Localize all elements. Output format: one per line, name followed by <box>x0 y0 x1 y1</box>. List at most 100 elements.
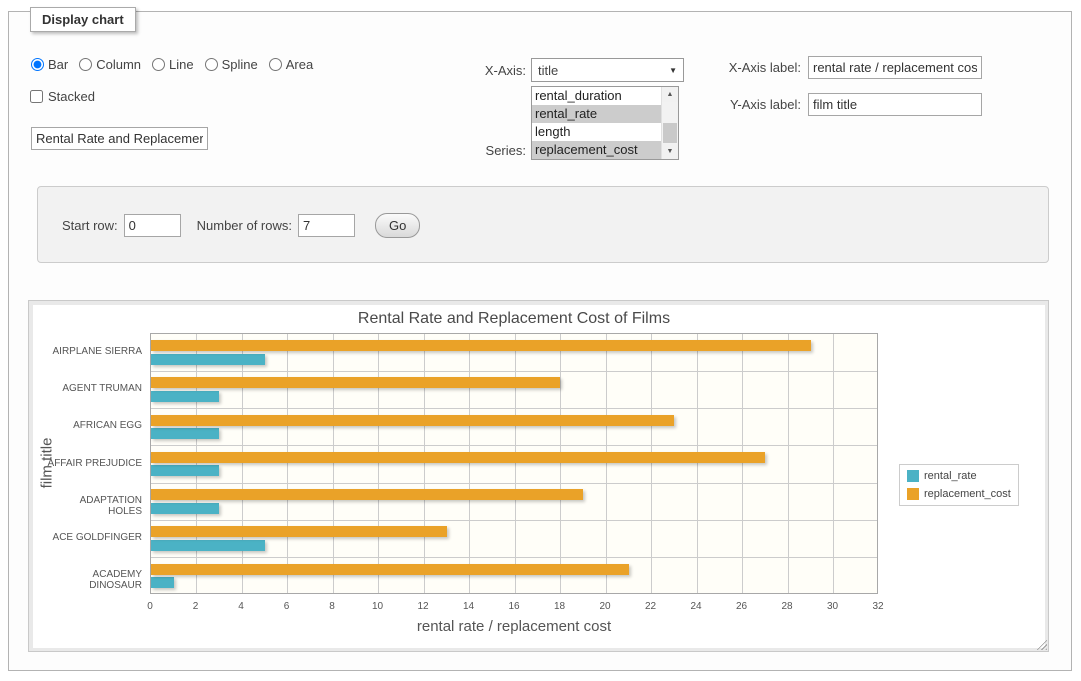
stacked-option[interactable]: Stacked <box>30 89 95 104</box>
gridline-vertical <box>788 334 789 593</box>
num-rows-input[interactable] <box>298 214 355 237</box>
y-category-label: ACADEMY DINOSAUR <box>46 569 142 591</box>
chart-type-radio-label: Column <box>96 57 141 72</box>
gridline-vertical <box>242 334 243 593</box>
chart-type-radio-label: Area <box>286 57 313 72</box>
scrollbar-thumb[interactable] <box>663 123 677 143</box>
gridline-horizontal <box>151 520 877 521</box>
bar-rental_rate <box>151 577 174 588</box>
chart-type-radio-spline[interactable] <box>205 58 218 71</box>
y-category-label: AGENT TRUMAN <box>46 383 142 394</box>
bar-replacement_cost <box>151 526 447 537</box>
y-axis-label-field-label: Y-Axis label: <box>699 97 801 112</box>
chart-type-radio-area[interactable] <box>269 58 282 71</box>
x-tick-label: 16 <box>499 601 529 612</box>
bar-rental_rate <box>151 465 219 476</box>
y-category-label: ADAPTATION HOLES <box>46 495 142 517</box>
chart-plot-area <box>150 333 878 594</box>
chart-type-radio-label: Line <box>169 57 194 72</box>
x-tick-label: 30 <box>818 601 848 612</box>
gridline-horizontal <box>151 445 877 446</box>
chart-type-option-area[interactable]: Area <box>269 57 313 72</box>
gridline-horizontal <box>151 408 877 409</box>
x-tick-label: 24 <box>681 601 711 612</box>
gridline-vertical <box>560 334 561 593</box>
y-category-label: AFFAIR PREJUDICE <box>46 458 142 469</box>
chart-type-option-spline[interactable]: Spline <box>205 57 258 72</box>
gridline-vertical <box>196 334 197 593</box>
chart-legend: rental_rate replacement_cost <box>899 464 1019 506</box>
gridline-vertical <box>287 334 288 593</box>
scroll-down-icon[interactable]: ▼ <box>662 144 678 159</box>
series-scrollbar[interactable]: ▲ ▼ <box>661 87 678 159</box>
bar-replacement_cost <box>151 415 674 426</box>
rows-form-panel: Start row: Number of rows: Go <box>37 186 1049 263</box>
bar-rental_rate <box>151 354 265 365</box>
legend-swatch-icon <box>907 488 919 500</box>
chart-type-option-bar[interactable]: Bar <box>31 57 68 72</box>
bar-rental_rate <box>151 428 219 439</box>
gridline-vertical <box>424 334 425 593</box>
x-axis-label-field-label: X-Axis label: <box>699 60 801 75</box>
panel-legend: Display chart <box>30 7 136 32</box>
gridline-horizontal <box>151 483 877 484</box>
series-multiselect[interactable]: rental_durationrental_ratelengthreplacem… <box>531 86 679 160</box>
gridline-vertical <box>606 334 607 593</box>
chart-type-option-line[interactable]: Line <box>152 57 194 72</box>
x-tick-label: 4 <box>226 601 256 612</box>
series-options: rental_durationrental_ratelengthreplacem… <box>532 87 661 159</box>
y-axis-label-input[interactable] <box>808 93 982 116</box>
gridline-vertical <box>333 334 334 593</box>
gridline-vertical <box>515 334 516 593</box>
scroll-up-icon[interactable]: ▲ <box>662 87 678 102</box>
x-tick-label: 12 <box>408 601 438 612</box>
series-select-label: Series: <box>418 143 526 158</box>
series-option-length[interactable]: length <box>532 123 661 141</box>
bar-replacement_cost <box>151 564 629 575</box>
stacked-label: Stacked <box>48 89 95 104</box>
gridline-vertical <box>378 334 379 593</box>
start-row-input[interactable] <box>124 214 181 237</box>
chart: Rental Rate and Replacement Cost of Film… <box>33 305 1045 648</box>
rows-form: Start row: Number of rows: Go <box>62 213 420 238</box>
y-category-label: ACE GOLDFINGER <box>46 532 142 543</box>
gridline-vertical <box>651 334 652 593</box>
gridline-vertical <box>697 334 698 593</box>
series-option-rental_duration[interactable]: rental_duration <box>532 87 661 105</box>
stacked-checkbox[interactable] <box>30 90 43 103</box>
legend-swatch-icon <box>907 470 919 482</box>
gridline-vertical <box>742 334 743 593</box>
chart-type-radio-line[interactable] <box>152 58 165 71</box>
x-axis-title: rental rate / replacement cost <box>150 618 878 635</box>
legend-item-replacement_cost: replacement_cost <box>907 488 1011 500</box>
start-row-label: Start row: <box>62 218 118 233</box>
gridline-horizontal <box>151 557 877 558</box>
x-tick-label: 28 <box>772 601 802 612</box>
chart-title-input[interactable] <box>31 127 208 150</box>
gridline-vertical <box>469 334 470 593</box>
chart-type-radio-label: Bar <box>48 57 68 72</box>
legend-label: rental_rate <box>924 470 977 482</box>
bar-replacement_cost <box>151 340 811 351</box>
x-tick-label: 18 <box>545 601 575 612</box>
gridline-horizontal <box>151 371 877 372</box>
x-tick-label: 20 <box>590 601 620 612</box>
bar-rental_rate <box>151 503 219 514</box>
go-button[interactable]: Go <box>375 213 420 238</box>
bar-rental_rate <box>151 540 265 551</box>
y-category-label: AIRPLANE SIERRA <box>46 346 142 357</box>
x-axis-label-input[interactable] <box>808 56 982 79</box>
bar-replacement_cost <box>151 452 765 463</box>
x-tick-label: 26 <box>727 601 757 612</box>
x-tick-label: 14 <box>454 601 484 612</box>
series-option-rental_rate[interactable]: rental_rate <box>532 105 661 123</box>
x-tick-label: 22 <box>636 601 666 612</box>
bar-replacement_cost <box>151 489 583 500</box>
x-tick-label: 32 <box>863 601 893 612</box>
chart-type-radio-bar[interactable] <box>31 58 44 71</box>
chart-type-option-column[interactable]: Column <box>79 57 141 72</box>
chart-type-options: Bar Column Line Spline Area <box>31 57 313 72</box>
chart-type-radio-column[interactable] <box>79 58 92 71</box>
series-option-replacement_cost[interactable]: replacement_cost <box>532 141 661 159</box>
x-axis-select[interactable]: title ▼ <box>531 58 684 82</box>
